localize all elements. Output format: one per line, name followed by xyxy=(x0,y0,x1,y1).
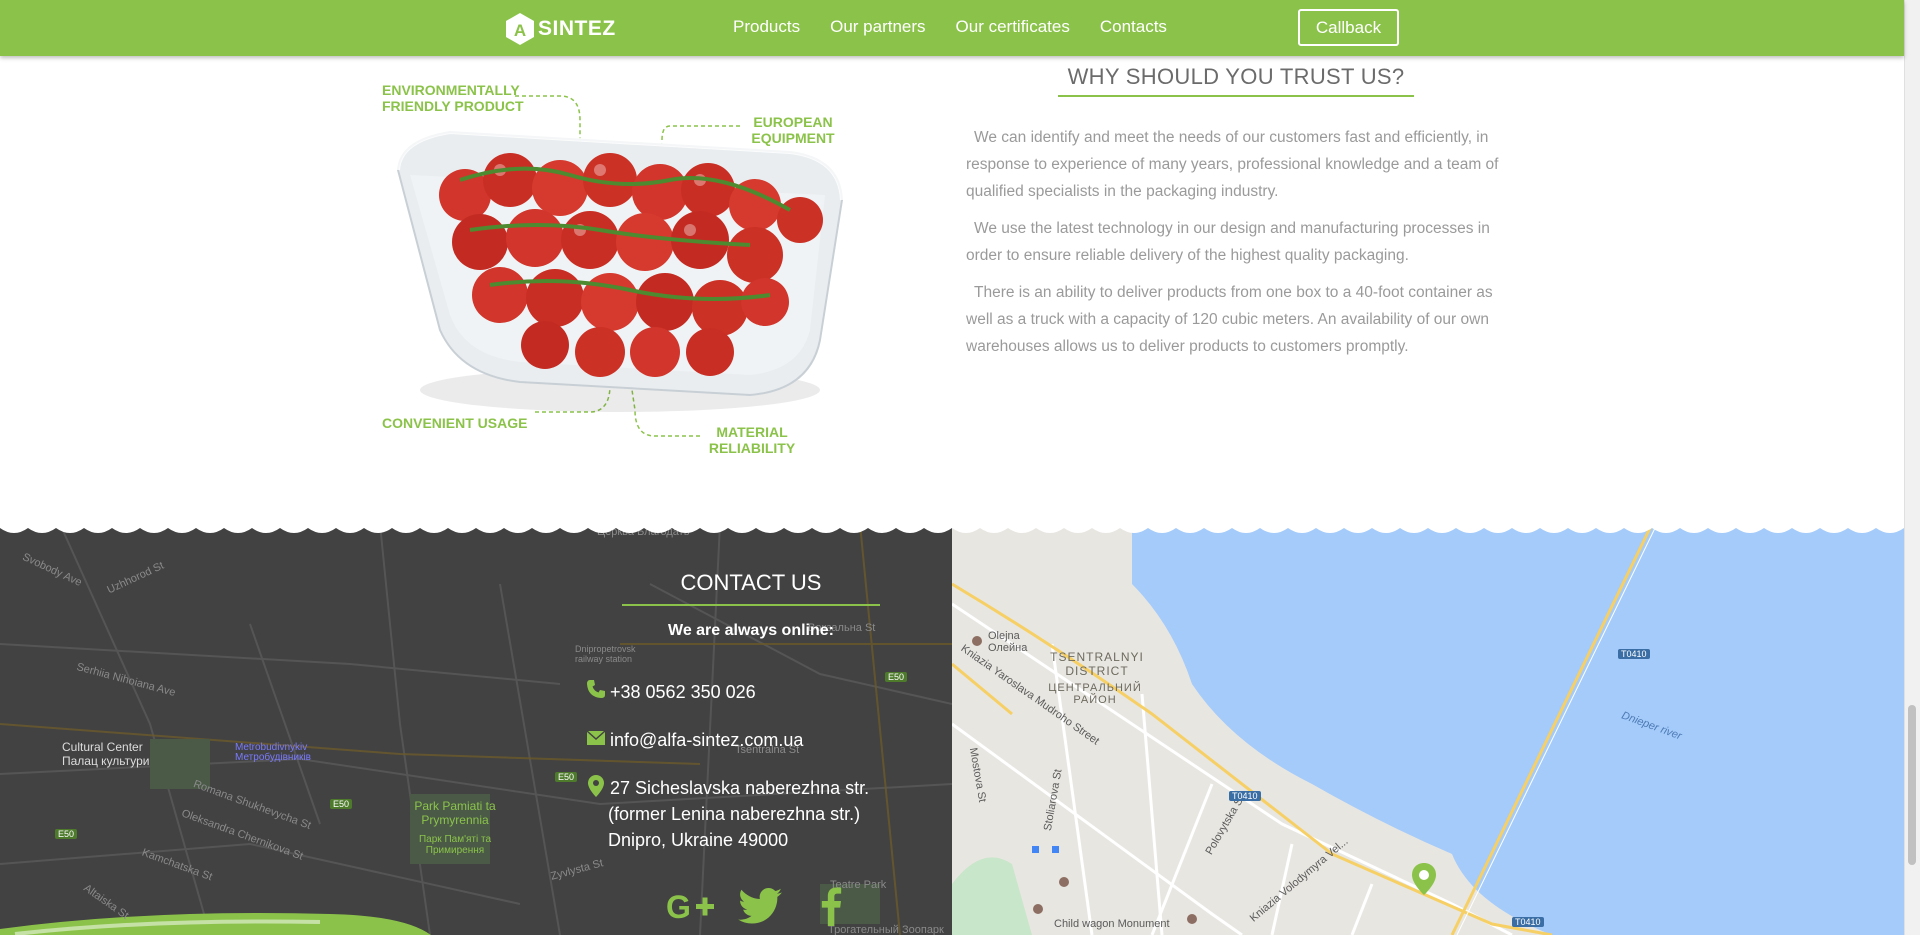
twitter-icon[interactable] xyxy=(738,888,784,926)
road-badge: T0410 xyxy=(1229,791,1261,801)
trust-title: WHY SHOULD YOU TRUST US? xyxy=(1067,64,1405,89)
facebook-icon[interactable] xyxy=(818,886,844,926)
phone-icon xyxy=(587,680,605,698)
nav-contacts[interactable]: Contacts xyxy=(1100,17,1167,37)
email-link[interactable]: info@alfa-sintez.com.ua xyxy=(610,727,803,753)
map-label: Парк Пам'яті та Примирення xyxy=(418,834,492,856)
map-label: Метробудівників xyxy=(235,752,311,763)
main-nav: Products Our partners Our certificates C… xyxy=(733,17,1197,37)
trust-paragraph-1: We can identify and meet the needs of ou… xyxy=(966,129,1499,200)
trust-paragraph-2: We use the latest technology in our desi… xyxy=(966,220,1490,264)
car-illustration xyxy=(0,913,431,935)
map-label: ЦЕНТРАЛЬНИЙ РАЙОН xyxy=(1048,682,1142,706)
google-map[interactable]: Olejna Олейна TSENTRALNYI DISTRICT ЦЕНТР… xyxy=(952,524,1904,935)
logo-letter: A xyxy=(514,21,526,40)
logo-text: SINTEZ xyxy=(538,17,616,40)
map-label: Park Pamiati ta Prymyrennia xyxy=(414,799,496,827)
trust-paragraph-3: There is an ability to deliver products … xyxy=(966,284,1493,355)
map-label: Палац культури xyxy=(62,754,150,768)
contact-title: CONTACT US xyxy=(680,570,822,595)
trust-title-underline xyxy=(1058,95,1414,97)
road-badge: E50 xyxy=(885,672,908,682)
online-note: We are always online: xyxy=(668,622,834,639)
email-icon xyxy=(586,730,606,745)
scrollbar-thumb[interactable] xyxy=(1908,705,1916,865)
map-label: TSENTRALNYI DISTRICT xyxy=(1050,650,1144,678)
location-pin-icon xyxy=(588,775,604,797)
feature-eco-label: ENVIRONMENTALLY FRIENDLY PRODUCT xyxy=(382,82,524,114)
map-label: Olejna xyxy=(988,630,1020,642)
logo[interactable]: A SINTEZ xyxy=(504,12,616,46)
road-badge: E50 xyxy=(330,799,353,809)
nav-our-partners[interactable]: Our partners xyxy=(830,17,925,37)
map-label: Child wagon Monument xyxy=(1054,918,1170,930)
map-label: Олейна xyxy=(988,642,1028,654)
logo-hexagon-icon: A xyxy=(506,13,534,45)
road-badge: T0410 xyxy=(1618,649,1650,659)
feature-reliability-label: MATERIAL RELIABILITY xyxy=(708,424,796,456)
google-plus-icon[interactable]: G xyxy=(666,888,718,924)
map-label: Dnipropetrovsk railway station xyxy=(575,644,636,664)
svg-text:G: G xyxy=(666,889,691,924)
location-marker-icon[interactable] xyxy=(1411,862,1437,896)
road-badge: E50 xyxy=(55,829,78,839)
contact-title-underline xyxy=(622,604,880,606)
address-line-2: (former Lenina naberezhna str.) xyxy=(608,804,861,824)
feature-usage-label: CONVENIENT USAGE xyxy=(382,415,528,431)
map-label: Трогательный Зоопарк xyxy=(828,924,944,935)
nav-products[interactable]: Products xyxy=(733,17,800,37)
callback-button[interactable]: Callback xyxy=(1298,9,1399,46)
page-scrollbar[interactable] xyxy=(1904,0,1920,935)
top-navbar: A SINTEZ Products Our partners Our certi… xyxy=(0,0,1904,56)
nav-our-certificates[interactable]: Our certificates xyxy=(956,17,1070,37)
road-badge: E50 xyxy=(555,772,578,782)
address-line-3: Dnipro, Ukraine 49000 xyxy=(608,830,789,850)
trust-text: We can identify and meet the needs of ou… xyxy=(966,124,1506,370)
phone-link[interactable]: +38 0562 350 026 xyxy=(610,679,756,705)
feature-euro-label: EUROPEAN EQUIPMENT xyxy=(751,114,835,146)
map-label: Cultural Center xyxy=(62,740,143,754)
road-badge: T0410 xyxy=(1512,917,1544,927)
footer-contact-section: Церква Благодать Svobody Ave Uzhhorod St… xyxy=(0,524,1904,935)
wave-divider xyxy=(0,524,1904,533)
address-line-1: 27 Sicheslavska naberezhna str. xyxy=(610,778,870,798)
